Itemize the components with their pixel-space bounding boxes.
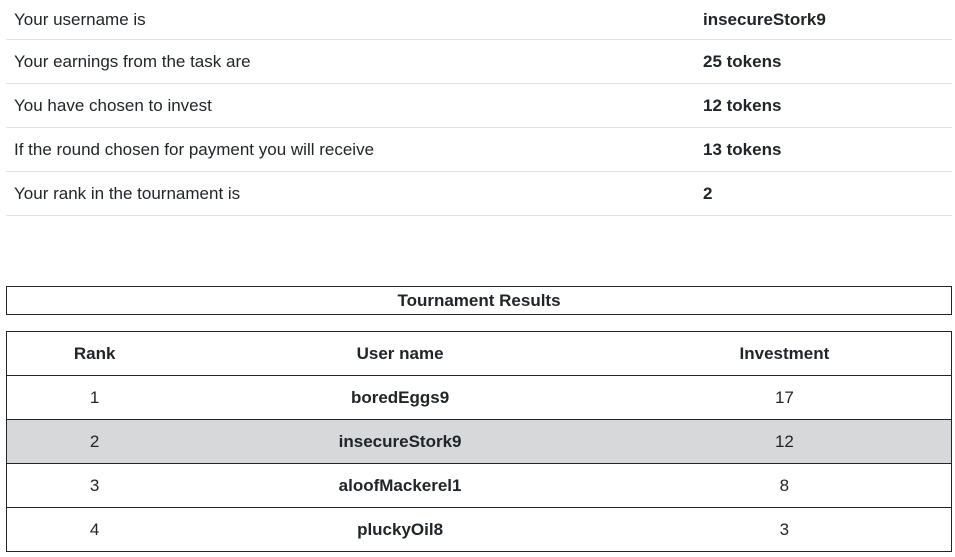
summary-label: Your earnings from the task are xyxy=(14,51,251,71)
cell-username: boredEggs9 xyxy=(182,375,618,420)
summary-value: insecureStork9 xyxy=(703,9,826,29)
summary-row-payment: If the round chosen for payment you will… xyxy=(6,128,952,172)
header-username: User name xyxy=(182,331,618,376)
summary-value: 25 tokens xyxy=(703,51,782,71)
table-row: 1 boredEggs9 17 xyxy=(6,375,952,420)
summary-row-investment: You have chosen to invest 12 tokens xyxy=(6,84,952,128)
summary-row-earnings: Your earnings from the task are 25 token… xyxy=(6,40,952,84)
summary-row-rank: Your rank in the tournament is 2 xyxy=(6,172,952,216)
cell-rank: 4 xyxy=(6,507,183,552)
cell-investment: 8 xyxy=(617,463,952,508)
cell-investment: 12 xyxy=(617,419,952,464)
cell-username: pluckyOil8 xyxy=(182,507,618,552)
tournament-results-caption: Tournament Results xyxy=(6,286,952,315)
summary-value: 13 tokens xyxy=(703,139,782,159)
table-row-current-user: 2 insecureStork9 12 xyxy=(6,419,952,464)
summary-label: You have chosen to invest xyxy=(14,95,212,115)
tournament-results-table: Rank User name Investment 1 boredEggs9 1… xyxy=(6,331,952,552)
table-header-row: Rank User name Investment xyxy=(6,331,952,376)
header-rank: Rank xyxy=(6,331,183,376)
summary-value: 2 xyxy=(703,183,713,203)
table-row: 4 pluckyOil8 3 xyxy=(6,507,952,552)
summary-label: Your rank in the tournament is xyxy=(14,183,241,203)
cell-username: aloofMackerel1 xyxy=(182,463,618,508)
cell-username: insecureStork9 xyxy=(182,419,618,464)
header-investment: Investment xyxy=(617,331,952,376)
summary-label: Your username is xyxy=(14,9,146,29)
cell-investment: 17 xyxy=(617,375,952,420)
table-row: 3 aloofMackerel1 8 xyxy=(6,463,952,508)
cell-investment: 3 xyxy=(617,507,952,552)
cell-rank: 3 xyxy=(6,463,183,508)
summary-table: Your username is insecureStork9 Your ear… xyxy=(6,0,952,216)
summary-value: 12 tokens xyxy=(703,95,782,115)
cell-rank: 2 xyxy=(6,419,183,464)
cell-rank: 1 xyxy=(6,375,183,420)
summary-label: If the round chosen for payment you will… xyxy=(14,139,375,159)
summary-row-username: Your username is insecureStork9 xyxy=(6,0,952,40)
